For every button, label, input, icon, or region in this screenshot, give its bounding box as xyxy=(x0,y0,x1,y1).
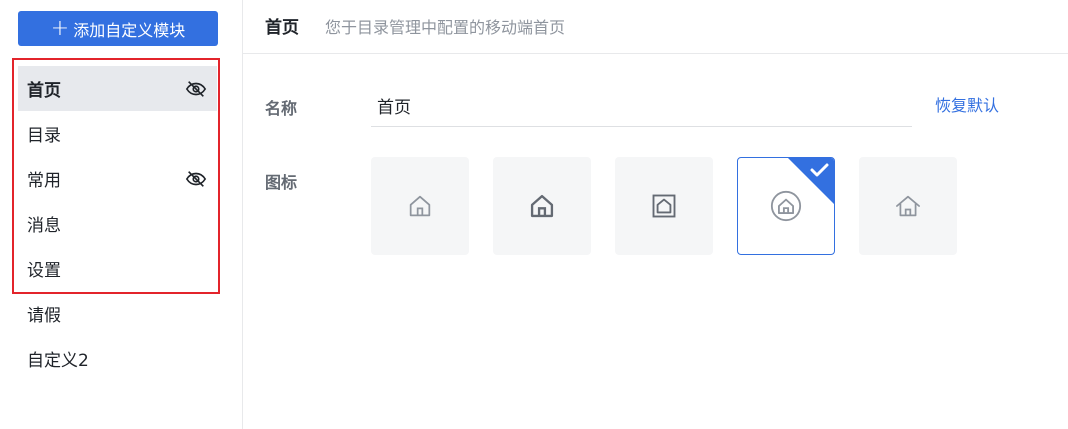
eye-off-icon[interactable] xyxy=(185,168,207,190)
home-roof-icon xyxy=(896,195,920,217)
sidebar-item-label: 请假 xyxy=(27,306,61,326)
sidebar-item-label: 消息 xyxy=(27,216,61,236)
sidebar-item-label: 常用 xyxy=(27,171,61,191)
selected-check-icon xyxy=(788,158,834,204)
eye-off-icon[interactable] xyxy=(185,78,207,100)
home-door-icon xyxy=(530,194,554,218)
sidebar-item-catalog[interactable]: 目录 xyxy=(18,111,217,156)
sidebar-item-label: 目录 xyxy=(27,126,61,146)
sidebar-item-messages[interactable]: 消息 xyxy=(18,201,217,246)
sidebar: + 添加自定义模块 首页 目录 常用 消息 设置 请假 自定义2 xyxy=(0,0,243,429)
icon-option-4-selected[interactable] xyxy=(737,157,835,255)
home-outline-icon xyxy=(409,195,431,217)
add-custom-module-button[interactable]: + 添加自定义模块 xyxy=(18,11,218,46)
icon-option-5[interactable] xyxy=(859,157,957,255)
icon-option-1[interactable] xyxy=(371,157,469,255)
page-header: 首页 您于目录管理中配置的移动端首页 xyxy=(243,0,1068,54)
icon-option-3[interactable] xyxy=(615,157,713,255)
reset-default-link[interactable]: 恢复默认 xyxy=(935,92,999,116)
name-input[interactable]: 首页 xyxy=(371,84,912,127)
page-description: 您于目录管理中配置的移动端首页 xyxy=(325,18,566,37)
sidebar-item-leave[interactable]: 请假 xyxy=(18,291,217,336)
page-title: 首页 xyxy=(265,18,299,38)
sidebar-item-label: 自定义2 xyxy=(27,351,89,371)
sidebar-item-label: 设置 xyxy=(27,261,61,281)
icon-label: 图标 xyxy=(265,173,298,192)
name-input-value: 首页 xyxy=(377,97,411,118)
sidebar-item-custom2[interactable]: 自定义2 xyxy=(18,336,217,381)
sidebar-item-settings[interactable]: 设置 xyxy=(18,246,217,291)
sidebar-item-common[interactable]: 常用 xyxy=(18,156,217,201)
add-custom-module-label: 添加自定义模块 xyxy=(73,20,186,40)
sidebar-item-home[interactable]: 首页 xyxy=(18,66,217,111)
icon-option-2[interactable] xyxy=(493,157,591,255)
name-label: 名称 xyxy=(265,99,298,118)
sidebar-item-label: 首页 xyxy=(27,81,61,101)
home-square-icon xyxy=(652,194,676,218)
plus-icon: + xyxy=(50,15,70,41)
